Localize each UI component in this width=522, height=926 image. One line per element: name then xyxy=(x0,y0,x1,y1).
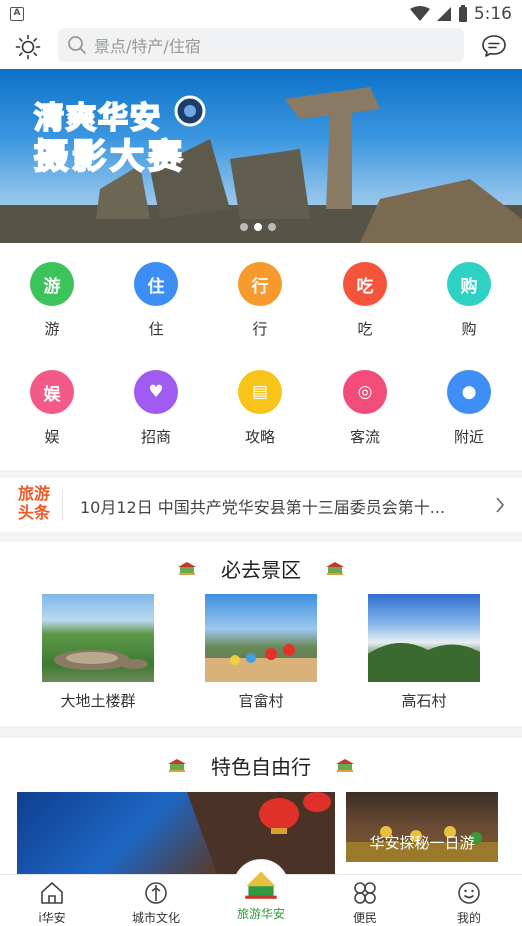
ticker-tag-line2: 头条 xyxy=(17,503,50,522)
must-visit-header: 必去景区 xyxy=(0,555,522,582)
banner-pagination xyxy=(240,223,276,231)
category-label: 购 xyxy=(461,320,477,338)
nav-label: 旅游华安 xyxy=(236,907,285,921)
city-culture-icon xyxy=(145,882,167,904)
category-label: 附近 xyxy=(453,428,484,446)
app-notification-icon: A xyxy=(10,7,24,21)
pavilion-deco-icon xyxy=(326,562,344,575)
search-input[interactable]: 景点/特产/住宿 xyxy=(58,28,464,62)
category-label: 招商 xyxy=(140,428,171,446)
nav-profile[interactable]: 我的 xyxy=(417,875,521,926)
guide-book-icon: ▤ xyxy=(238,370,282,414)
free-travel-header: 特色自由行 xyxy=(0,752,522,779)
nav-tourism[interactable]: 旅游华安 xyxy=(209,861,313,926)
banner-dot-active[interactable] xyxy=(254,223,262,231)
category-guide[interactable]: ▤ 攻略 xyxy=(208,370,312,447)
shopping-icon: 购 xyxy=(447,262,491,306)
home-icon xyxy=(41,882,63,904)
bottom-navigation: i华安 城市文化 旅游华安 便民 我的 xyxy=(0,859,522,926)
spot-image xyxy=(42,594,154,682)
signal-icon xyxy=(436,7,451,21)
ticker-tag-line1: 旅游 xyxy=(17,484,50,503)
status-indicators: 5:16 xyxy=(409,4,512,24)
category-label: 娱 xyxy=(44,428,60,446)
spot-label: 官畲村 xyxy=(238,692,284,710)
category-label: 行 xyxy=(252,320,268,338)
banner-dot[interactable] xyxy=(240,223,248,231)
top-header: 景点/特产/住宿 xyxy=(0,28,522,68)
section-divider xyxy=(0,470,522,478)
must-visit-title: 必去景区 xyxy=(221,557,301,582)
spot-image xyxy=(205,594,317,682)
banner-dot[interactable] xyxy=(268,223,276,231)
travel-icon: 行 xyxy=(238,262,282,306)
category-label: 客流 xyxy=(349,428,380,446)
ticker-headline[interactable]: 10月12日 中国共产党华安县第十三届委员会第十... xyxy=(80,494,445,518)
banner-title-line2: 摄影大赛 xyxy=(33,136,186,178)
news-ticker[interactable]: 旅游 头条 10月12日 中国共产党华安县第十三届委员会第十... xyxy=(0,478,522,532)
spot-card[interactable]: 高石村 xyxy=(368,594,480,711)
category-food[interactable]: 吃 吃 xyxy=(313,262,417,339)
category-label: 攻略 xyxy=(244,428,275,446)
free-travel-title: 特色自由行 xyxy=(211,754,311,779)
category-label: 游 xyxy=(44,320,60,338)
ticker-tag: 旅游 头条 xyxy=(14,484,54,522)
ticker-separator xyxy=(62,490,63,520)
category-label: 住 xyxy=(148,320,164,338)
weather-sun-icon[interactable] xyxy=(15,34,41,60)
tour-icon: 游 xyxy=(30,262,74,306)
nav-label: i华安 xyxy=(38,911,66,925)
services-grid-icon xyxy=(354,882,376,904)
food-icon: 吃 xyxy=(343,262,387,306)
category-row-2: 娱 娱 ♥ 招商 ▤ 攻略 ◎ 客流 ● 附近 xyxy=(0,370,522,470)
battery-icon xyxy=(458,5,467,22)
spot-label: 高石村 xyxy=(401,692,447,710)
visitor-flow-icon: ◎ xyxy=(343,370,387,414)
nav-label: 我的 xyxy=(456,911,481,925)
category-entertainment[interactable]: 娱 娱 xyxy=(0,370,104,447)
category-tour[interactable]: 游 游 xyxy=(0,262,104,339)
category-travel[interactable]: 行 行 xyxy=(208,262,312,339)
section-divider xyxy=(0,532,522,542)
handshake-icon: ♥ xyxy=(134,370,178,414)
category-investment[interactable]: ♥ 招商 xyxy=(104,370,208,447)
status-bar: A 5:16 xyxy=(0,0,522,28)
spot-card[interactable]: 官畲村 xyxy=(205,594,317,711)
promo-banner[interactable]: 清爽华安 摄影大赛 xyxy=(0,69,522,243)
status-time: 5:16 xyxy=(473,4,512,24)
feature-card-secondary[interactable]: 华安探秘一日游 xyxy=(346,792,498,862)
category-label: 吃 xyxy=(357,320,373,338)
search-placeholder: 景点/特产/住宿 xyxy=(94,37,201,56)
entertainment-icon: 娱 xyxy=(30,370,74,414)
category-visitor-flow[interactable]: ◎ 客流 xyxy=(313,370,417,447)
wifi-icon xyxy=(409,6,430,21)
chevron-right-icon[interactable] xyxy=(494,495,506,515)
nav-city-culture[interactable]: 城市文化 xyxy=(104,875,208,926)
search-icon xyxy=(68,36,86,54)
nav-label: 便民 xyxy=(352,911,377,925)
spot-card[interactable]: 大地土楼群 xyxy=(42,594,154,711)
hotel-icon: 住 xyxy=(134,262,178,306)
nav-label: 城市文化 xyxy=(131,911,180,925)
feature-secondary-label: 华安探秘一日游 xyxy=(369,834,475,852)
pavilion-deco-icon xyxy=(178,562,196,575)
category-shopping[interactable]: 购 购 xyxy=(417,262,521,339)
category-hotel[interactable]: 住 住 xyxy=(104,262,208,339)
message-icon[interactable] xyxy=(481,33,507,59)
nav-services[interactable]: 便民 xyxy=(313,875,417,926)
category-nearby[interactable]: ● 附近 xyxy=(417,370,521,447)
category-row-1: 游 游 住 住 行 行 吃 吃 购 购 xyxy=(0,262,522,362)
pavilion-deco-icon xyxy=(336,759,354,772)
tourism-icon xyxy=(245,871,277,899)
profile-smile-icon xyxy=(458,882,480,904)
section-divider xyxy=(0,726,522,738)
pavilion-deco-icon xyxy=(168,759,186,772)
spot-image xyxy=(368,594,480,682)
location-pin-icon: ● xyxy=(447,370,491,414)
spot-label: 大地土楼群 xyxy=(60,692,136,710)
nav-home[interactable]: i华安 xyxy=(0,875,104,926)
